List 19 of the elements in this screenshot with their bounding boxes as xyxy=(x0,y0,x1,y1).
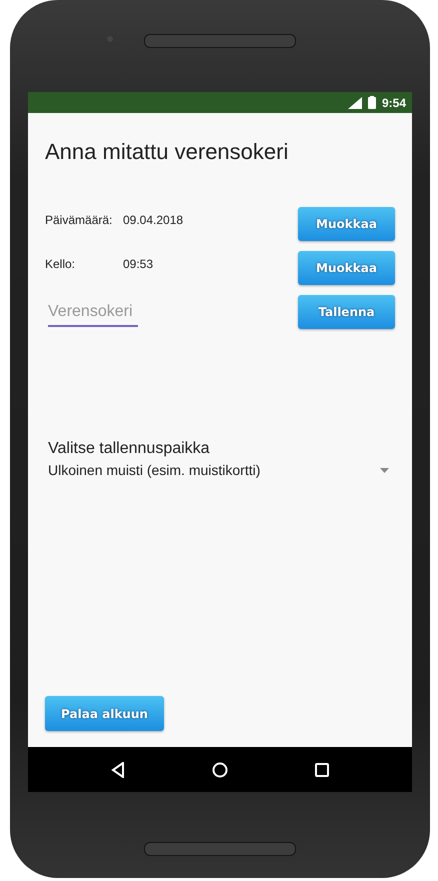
field-label: Kello: xyxy=(45,256,76,271)
input-field[interactable]: Verensokeri xyxy=(48,295,138,327)
edit-button[interactable]: Muokkaa xyxy=(298,207,395,241)
save-button[interactable]: Tallenna xyxy=(298,295,395,329)
back-icon[interactable] xyxy=(111,762,126,778)
page-title: Anna mitattu verensokeri xyxy=(45,139,290,165)
home-icon[interactable] xyxy=(212,762,228,778)
field-label: Päivämäärä: xyxy=(45,212,114,227)
back-button[interactable]: Palaa alkuun xyxy=(45,696,164,731)
overview-icon[interactable] xyxy=(314,762,329,776)
dropdown-value[interactable]: Ulkoinen muisti (esim. muistikortti) xyxy=(48,462,260,478)
field-value: 09.04.2018 xyxy=(123,212,184,227)
battery-icon xyxy=(368,96,376,109)
signal-icon xyxy=(348,96,362,108)
status-time: 9:54 xyxy=(382,96,406,110)
dropdown-arrow-icon[interactable] xyxy=(380,468,389,472)
field-value: 09:53 xyxy=(123,256,154,271)
edit-button[interactable]: Muokkaa xyxy=(298,251,395,285)
section-label: Valitse tallennuspaikka xyxy=(48,440,211,458)
